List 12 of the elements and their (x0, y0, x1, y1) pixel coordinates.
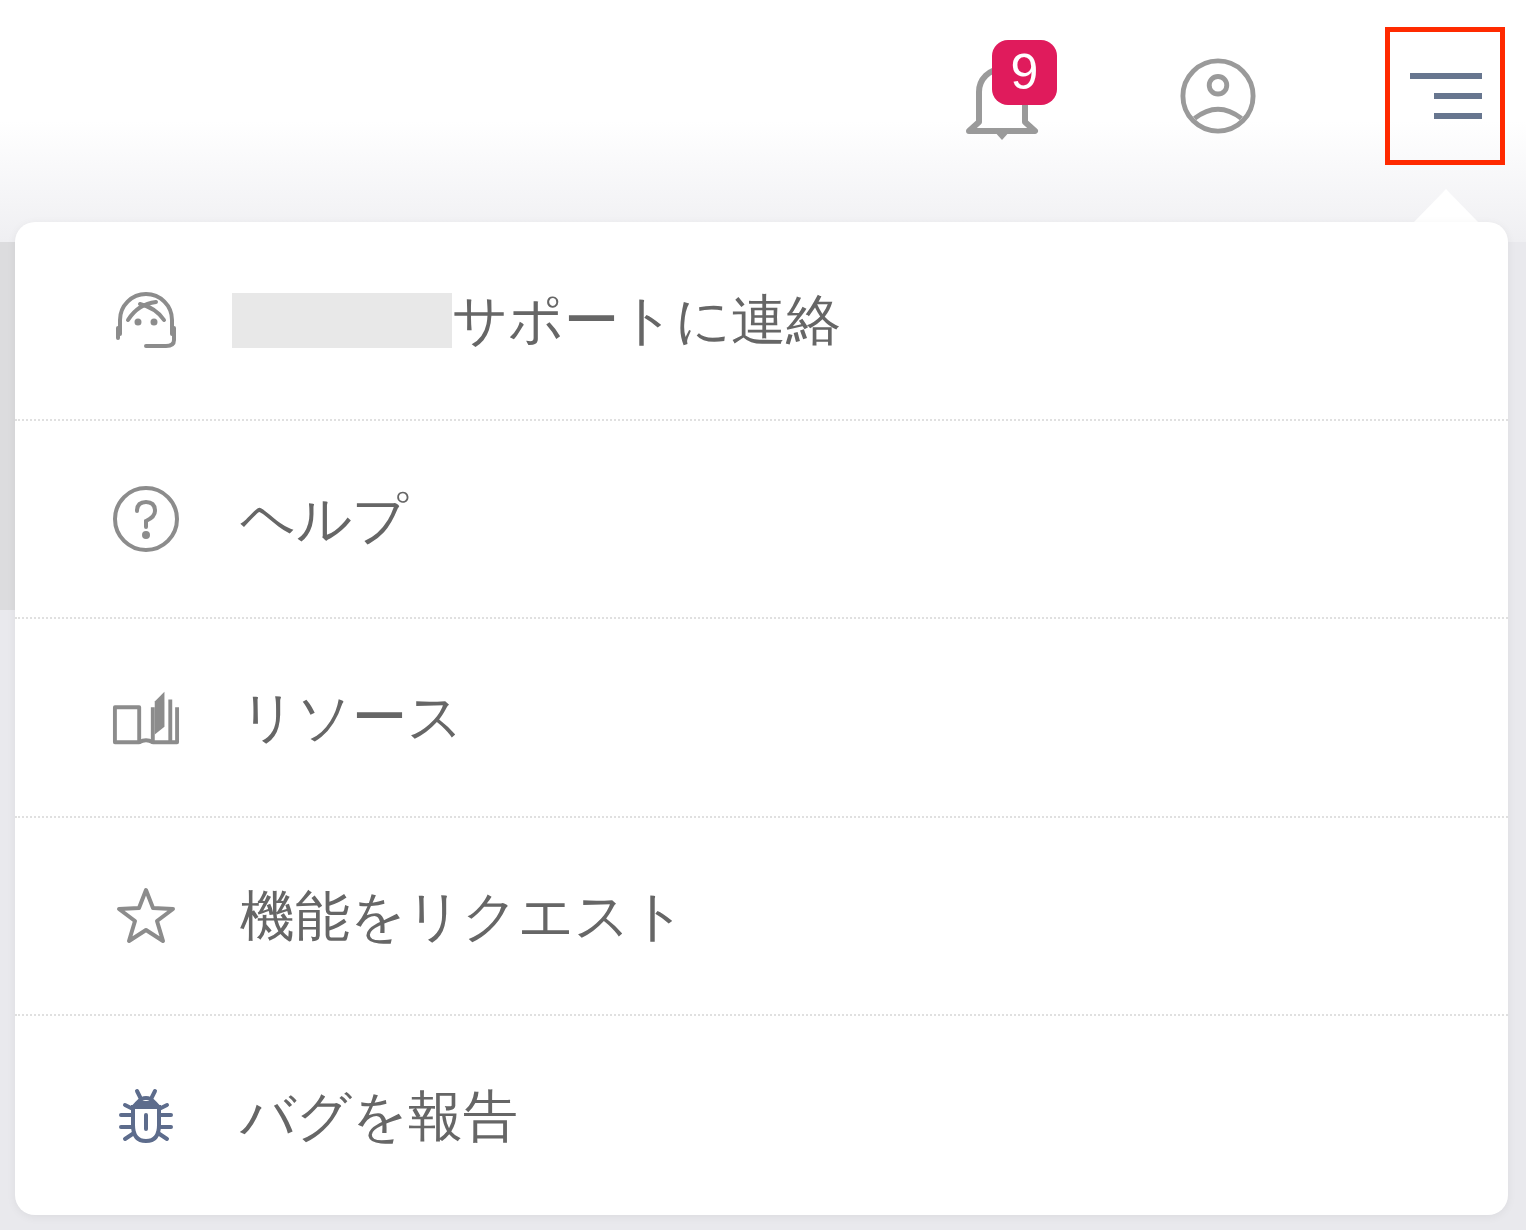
help-icon (112, 484, 180, 553)
bug-icon (117, 1086, 175, 1145)
menu-item[interactable]: サポートに連絡 (452, 287, 841, 354)
menu-item[interactable]: リソース (240, 684, 463, 751)
menu-item[interactable]: ヘルプ (240, 485, 408, 552)
menu-item[interactable]: 機能をリクエスト (240, 883, 686, 950)
menu-icon (1410, 73, 1482, 119)
menu-item[interactable]: バグを報告 (240, 1082, 518, 1149)
notification-badge: 9 (992, 40, 1057, 105)
profile-icon[interactable] (1179, 57, 1257, 135)
menu-button[interactable] (1385, 27, 1505, 165)
star-icon (116, 887, 176, 946)
